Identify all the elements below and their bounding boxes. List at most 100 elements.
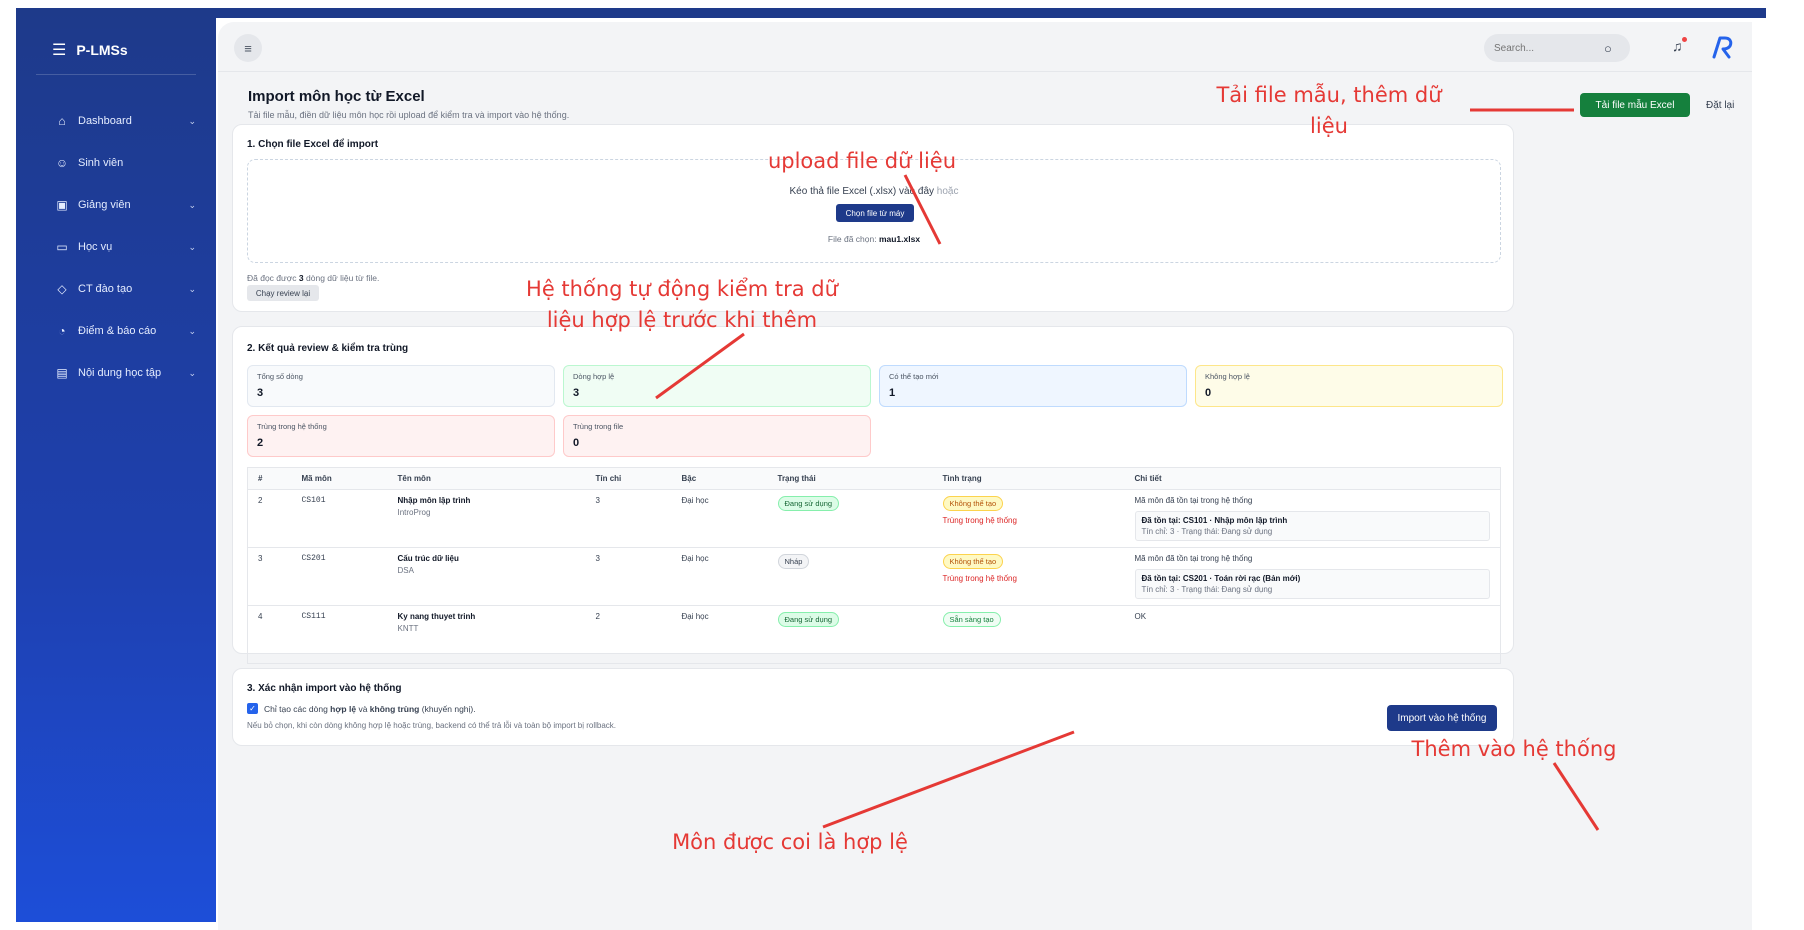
- course-name: Cấu trúc dữ liệu: [397, 554, 459, 563]
- sidebar-item-academic[interactable]: ▭ Học vụ ⌄: [16, 226, 216, 268]
- stat-label: Dòng hợp lệ: [573, 372, 615, 381]
- sidebar-item-grades[interactable]: ◔ Điểm & báo cáo ⌄: [16, 310, 216, 352]
- col-status: Trạng thái: [767, 467, 933, 490]
- cell-index: 2: [247, 489, 292, 548]
- sidebar-item-label: Giảng viên: [78, 199, 131, 211]
- download-template-button[interactable]: Tải file mẫu Excel: [1580, 93, 1690, 117]
- read-count: 3: [298, 273, 304, 283]
- sidebar: ☰ P-LMSs ⌂ Dashboard ⌄ ☺ Sinh viên ▣ Giả…: [16, 8, 216, 922]
- menu-toggle-button[interactable]: ≡: [234, 34, 262, 62]
- graduation-cap-icon: ◇: [57, 282, 67, 296]
- page-subtitle: Tải file mẫu, điền dữ liệu môn học rồi u…: [248, 110, 570, 120]
- sidebar-item-content[interactable]: ▤ Nội dung học tập ⌄: [16, 352, 216, 394]
- table-row: 2 CS101 Nhập môn lập trình IntroProg 3 Đ…: [247, 489, 1501, 548]
- stat-total-rows: Tổng số dòng 3: [247, 365, 555, 407]
- table-header-row: # Mã môn Tên môn Tín chỉ Bậc Trạng thái …: [247, 467, 1501, 490]
- stat-valid-rows: Dòng hợp lệ 3: [563, 365, 871, 407]
- detail-box-meta: Tín chỉ: 3 · Trạng thái: Đang sử dụng: [1141, 585, 1273, 594]
- condition-badge: Sẵn sàng tạo: [942, 612, 1001, 627]
- section-title: 3. Xác nhận import vào hệ thống: [247, 683, 402, 694]
- sidebar-item-lecturers[interactable]: ▣ Giảng viên ⌄: [16, 184, 216, 226]
- option-and: và: [358, 703, 368, 714]
- col-name: Tên môn: [387, 467, 586, 490]
- sidebar-item-curriculum[interactable]: ◇ CT đào tạo ⌄: [16, 268, 216, 310]
- cell-level: Đại học: [671, 489, 768, 548]
- option-bold-valid: hợp lệ: [330, 703, 357, 714]
- chevron-down-icon: ⌄: [188, 115, 196, 126]
- sidebar-item-label: Điểm & báo cáo: [78, 325, 157, 337]
- condition-badge: Không thể tạo: [942, 496, 1004, 511]
- stat-creatable: Có thể tạo mới 1: [879, 365, 1187, 407]
- stat-value: 0: [573, 437, 580, 449]
- table-row: 3 CS201 Cấu trúc dữ liệu DSA 3 Đại học N…: [247, 547, 1501, 606]
- choose-file-button[interactable]: Chọn file từ máy: [836, 204, 914, 222]
- cell-index: 3: [247, 547, 292, 606]
- checkbox-checked-icon[interactable]: ✓: [247, 703, 258, 714]
- search-icon[interactable]: ○: [1604, 41, 1612, 56]
- stat-label: Không hợp lệ: [1205, 372, 1250, 381]
- condition-note: Trùng trong hệ thống: [942, 574, 1017, 583]
- page-title: Import môn học từ Excel: [248, 88, 425, 105]
- annotation-validate-line2: liệu hợp lệ trước khi thêm: [546, 308, 818, 332]
- detail-box-title: Đã tồn tại: CS101 · Nhập môn lập trình: [1141, 516, 1288, 525]
- layers-logo-icon: ☰: [52, 42, 67, 59]
- read-prefix: Đã đọc được: [247, 273, 297, 283]
- valid-only-option[interactable]: ✓ Chỉ tạo các dòng hợp lệ và không trùng…: [247, 703, 476, 714]
- option-bold-unique: không trùng: [369, 703, 420, 714]
- search-input[interactable]: [1494, 42, 1604, 54]
- cell-condition: Không thể tạo Trùng trong hệ thống: [932, 489, 1125, 548]
- cell-level: Đại học: [671, 547, 768, 606]
- stat-label: Có thể tạo mới: [889, 372, 939, 381]
- reset-button[interactable]: Đặt lại: [1706, 93, 1734, 117]
- hamburger-icon: ≡: [244, 40, 252, 56]
- stat-label: Trùng trong file: [573, 422, 624, 431]
- cell-credits: 3: [585, 547, 672, 606]
- stat-invalid: Không hợp lệ 0: [1195, 365, 1503, 407]
- sidebar-item-label: Sinh viên: [78, 157, 124, 169]
- confirm-import-card: 3. Xác nhận import vào hệ thống ✓ Chỉ tạ…: [232, 668, 1514, 746]
- status-badge: Nháp: [777, 554, 810, 569]
- rollback-note: Nếu bỏ chọn, khi còn dòng không hợp lệ h…: [247, 721, 617, 730]
- detail-box-title: Đã tồn tại: CS201 · Toán rời rạc (Bản mớ…: [1141, 574, 1301, 583]
- stat-value: 3: [257, 387, 264, 399]
- section-title: 2. Kết quả review & kiểm tra trùng: [247, 343, 409, 354]
- annotation-template: Tải file mẫu, thêm dữ liệu: [1204, 80, 1454, 142]
- col-detail: Chi tiết: [1124, 467, 1501, 490]
- detail-text: Mã môn đã tồn tại trong hệ thống: [1134, 554, 1253, 563]
- sidebar-item-label: Nội dung học tập: [78, 367, 162, 379]
- annotation-add: Thêm vào hệ thống: [1411, 737, 1617, 761]
- home-icon: ⌂: [58, 114, 66, 128]
- rerun-review-button[interactable]: Chạy review lại: [247, 285, 319, 301]
- course-short: IntroProg: [397, 508, 431, 517]
- bell-icon[interactable]: ♫: [1672, 38, 1683, 54]
- annotation-validate-line1: Hệ thống tự động kiểm tra dữ: [526, 277, 838, 301]
- annotation-valid: Môn được coi là hợp lệ: [672, 830, 908, 854]
- course-name: Ky nang thuyet trinh: [397, 612, 476, 621]
- main-content: ≡ ○ ♫ Import môn học từ Excel Tải file m…: [218, 22, 1752, 930]
- stat-duplicate-system: Trùng trong hệ thống 2: [247, 415, 555, 457]
- option-suffix: (khuyến nghị).: [421, 703, 476, 714]
- header: ≡ ○ ♫: [218, 22, 1752, 72]
- detail-box: Đã tồn tại: CS101 · Nhập môn lập trình T…: [1134, 511, 1490, 541]
- chevron-down-icon: ⌄: [188, 241, 196, 252]
- col-credits: Tín chỉ: [585, 467, 672, 490]
- detail-box: Đã tồn tại: CS201 · Toán rời rạc (Bản mớ…: [1134, 569, 1490, 599]
- chevron-down-icon: ⌄: [188, 325, 196, 336]
- cell-detail: Mã môn đã tồn tại trong hệ thống Đã tồn …: [1124, 489, 1501, 548]
- read-rows-info: Đã đọc được 3 dòng dữ liệu từ file.: [247, 273, 379, 283]
- sidebar-item-dashboard[interactable]: ⌂ Dashboard ⌄: [16, 100, 216, 142]
- status-badge: Đang sử dụng: [777, 496, 840, 511]
- import-button[interactable]: Import vào hệ thống: [1387, 705, 1497, 731]
- condition-badge: Không thể tạo: [942, 554, 1004, 569]
- sidebar-item-students[interactable]: ☺ Sinh viên: [16, 142, 216, 184]
- app-logo-icon[interactable]: [1708, 33, 1736, 61]
- contact-card-icon: ▣: [56, 198, 68, 212]
- cell-code: CS201: [291, 547, 388, 606]
- cell-credits: 2: [585, 605, 672, 664]
- cell-code: CS111: [291, 605, 388, 664]
- cell-condition: Không thể tạo Trùng trong hệ thống: [932, 547, 1125, 606]
- review-table: # Mã môn Tên môn Tín chỉ Bậc Trạng thái …: [247, 467, 1501, 664]
- brand[interactable]: ☰ P-LMSs: [52, 40, 128, 60]
- dropzone-text: Kéo thả file Excel (.xlsx) vào đây hoặc: [248, 186, 1500, 197]
- book-icon: ▭: [56, 240, 68, 254]
